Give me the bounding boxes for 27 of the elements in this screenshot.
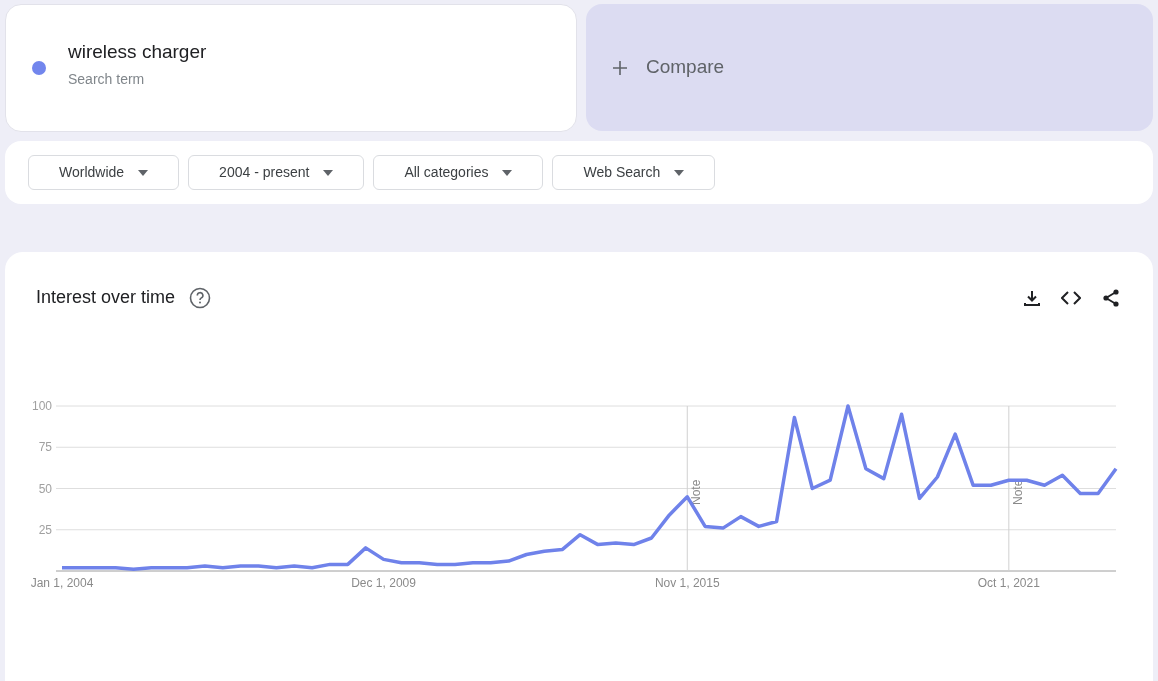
y-tick-label: 25 <box>38 522 52 537</box>
caret-icon <box>323 169 334 176</box>
filter-dropdown[interactable]: 2004 - present <box>188 155 365 190</box>
card-title: Interest over time <box>36 286 176 309</box>
filter-dropdown[interactable]: Web Search <box>552 155 716 190</box>
search-term-caption: Search term <box>68 69 146 89</box>
x-tick-label: Dec 1, 2009 <box>351 576 416 590</box>
y-tick-label: 100 <box>31 399 52 413</box>
caret-icon <box>674 169 685 176</box>
x-tick-label: Jan 1, 2004 <box>30 576 94 590</box>
filter-dropdown[interactable]: All categories <box>373 155 544 190</box>
note-label[interactable]: Note <box>689 479 704 505</box>
download-icon[interactable] <box>1023 288 1041 307</box>
plus-icon <box>612 59 628 76</box>
y-tick-label: 50 <box>38 481 52 496</box>
compare-button[interactable]: Compare <box>586 4 1153 131</box>
caret-icon <box>502 169 513 176</box>
search-term: wireless charger <box>68 40 207 65</box>
search-term-card[interactable]: wireless charger Search term <box>5 4 577 132</box>
filter-dropdown[interactable]: Worldwide <box>28 155 180 190</box>
caret-icon <box>138 169 149 176</box>
help-icon[interactable] <box>189 286 212 309</box>
share-icon[interactable] <box>1101 287 1121 308</box>
code-icon[interactable] <box>1061 290 1081 305</box>
x-tick-label: Oct 1, 2021 <box>977 576 1040 590</box>
y-tick-label: 75 <box>38 440 52 455</box>
x-tick-label: Nov 1, 2015 <box>654 576 720 590</box>
